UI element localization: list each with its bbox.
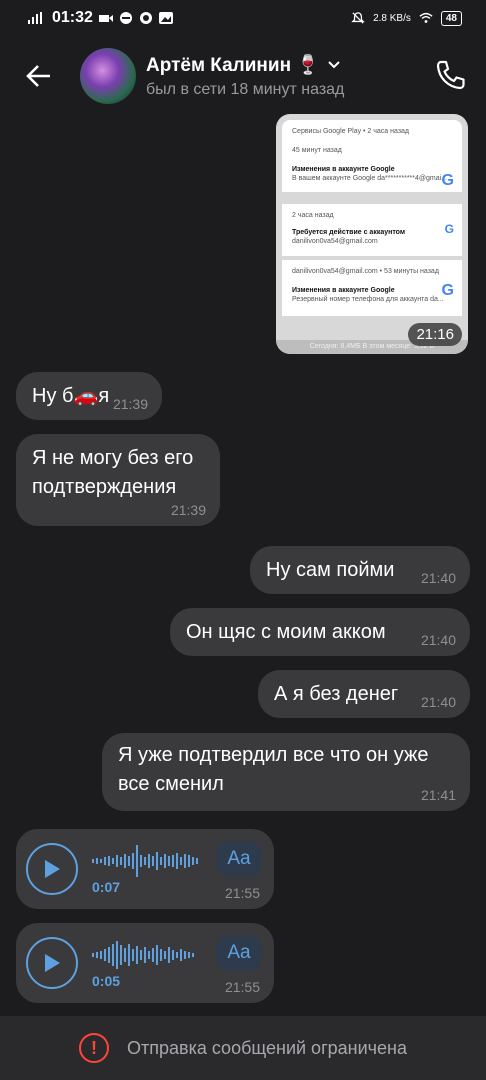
- google-icon: G: [444, 222, 454, 236]
- contact-name-text: Артём Калинин 🍷: [146, 55, 320, 76]
- message-text: Ну сам пойми: [266, 559, 395, 581]
- waveform[interactable]: [92, 939, 212, 971]
- message-time: 21:55: [224, 979, 260, 995]
- notification-2-time: 2 часа назад: [292, 212, 334, 219]
- gallery-icon: [158, 12, 173, 24]
- chat-header: Артём Калинин 🍷 был в сети 18 минут наза…: [0, 36, 486, 116]
- message-time: 21:39: [112, 396, 148, 412]
- screenshot-image-message[interactable]: Сервисы Google Play • 2 часа назад 45 ми…: [276, 114, 468, 354]
- message-bubble-outgoing[interactable]: А я без денег 21:40: [258, 670, 470, 718]
- message-text: Он щяс с моим акком: [186, 621, 386, 643]
- message-bubble-incoming[interactable]: Я не могу без его подтверждения 21:39: [16, 434, 220, 526]
- sim-icon: [119, 12, 132, 24]
- message-bubble-incoming[interactable]: Ну б🚗я 21:39: [16, 372, 162, 420]
- waveform[interactable]: [92, 845, 212, 877]
- google-icon: G: [441, 172, 454, 189]
- messaging-restricted-text: Отправка сообщений ограничена: [127, 1037, 407, 1058]
- message-time: 21:40: [420, 570, 456, 586]
- avatar[interactable]: [80, 48, 136, 104]
- warning-icon: !: [79, 1033, 109, 1063]
- messaging-restricted-bar: ! Отправка сообщений ограничена: [0, 1016, 486, 1080]
- phone-icon[interactable]: [434, 58, 468, 92]
- message-time: 21:16: [408, 323, 462, 346]
- notification-3-time: danilivon0va54@gmail.com • 53 минуты наз…: [292, 268, 439, 275]
- message-text: Ну б🚗я: [32, 385, 110, 407]
- message-text: Я уже подтвердил все что он уже все смен…: [118, 744, 429, 795]
- transcribe-button[interactable]: Aa: [216, 935, 262, 971]
- voice-message[interactable]: 0:07 Aa 21:55: [16, 829, 274, 909]
- contact-name[interactable]: Артём Калинин 🍷: [146, 53, 344, 77]
- camera-icon: [98, 15, 113, 22]
- message-time: 21:41: [420, 787, 456, 803]
- play-icon: [45, 860, 60, 878]
- status-bar: 01:32 2.8 KB/s 48: [0, 0, 486, 36]
- transcribe-button[interactable]: Aa: [216, 841, 262, 877]
- contact-status: был в сети 18 минут назад: [146, 81, 345, 98]
- google-icon: G: [441, 282, 454, 299]
- play-button[interactable]: [26, 937, 78, 989]
- message-bubble-outgoing[interactable]: Ну сам пойми 21:40: [250, 546, 470, 594]
- play-button[interactable]: [26, 843, 78, 895]
- back-button[interactable]: [18, 56, 58, 96]
- network-speed: 2.8 KB/s: [373, 12, 411, 24]
- signal-icon: [28, 12, 42, 24]
- message-bubble-outgoing[interactable]: Я уже подтвердил все что он уже все смен…: [102, 733, 470, 811]
- status-time: 01:32: [52, 9, 93, 26]
- notification-2-text: danilivon0va54@gmail.com: [292, 238, 378, 245]
- back-arrow-icon: [26, 65, 50, 87]
- notification-1-time: 45 минут назад: [292, 147, 342, 154]
- notification-1-title: Изменения в аккаунте Google: [292, 166, 395, 173]
- message-time: 21:40: [420, 694, 456, 710]
- message-text: Я не могу без его подтверждения: [32, 447, 194, 498]
- voice-duration: 0:07: [92, 879, 121, 895]
- message-time: 21:40: [420, 632, 456, 648]
- mute-icon: [351, 12, 365, 24]
- notification-1-text: В вашем аккаунте Google da***********4@g…: [292, 175, 448, 182]
- notification-3-text: Резервный номер телефона для аккаунта da…: [292, 296, 444, 303]
- notification-2-title: Требуется действие с аккаунтом: [292, 229, 406, 236]
- message-bubble-outgoing[interactable]: Он щяс с моим акком 21:40: [170, 608, 470, 656]
- wifi-icon: [419, 12, 433, 23]
- message-text: А я без денег: [274, 683, 399, 705]
- message-time: 21:39: [170, 502, 206, 518]
- voice-message[interactable]: 0:05 Aa 21:55: [16, 923, 274, 1003]
- app-notification-icon: [139, 12, 152, 24]
- battery-indicator: 48: [440, 10, 462, 26]
- notification-3-title: Изменения в аккаунте Google: [292, 287, 395, 294]
- play-icon: [45, 954, 60, 972]
- chevron-down-icon[interactable]: [326, 57, 342, 73]
- voice-duration: 0:05: [92, 973, 121, 989]
- notification-app-header: Сервисы Google Play • 2 часа назад: [292, 128, 410, 135]
- message-time: 21:55: [224, 885, 260, 901]
